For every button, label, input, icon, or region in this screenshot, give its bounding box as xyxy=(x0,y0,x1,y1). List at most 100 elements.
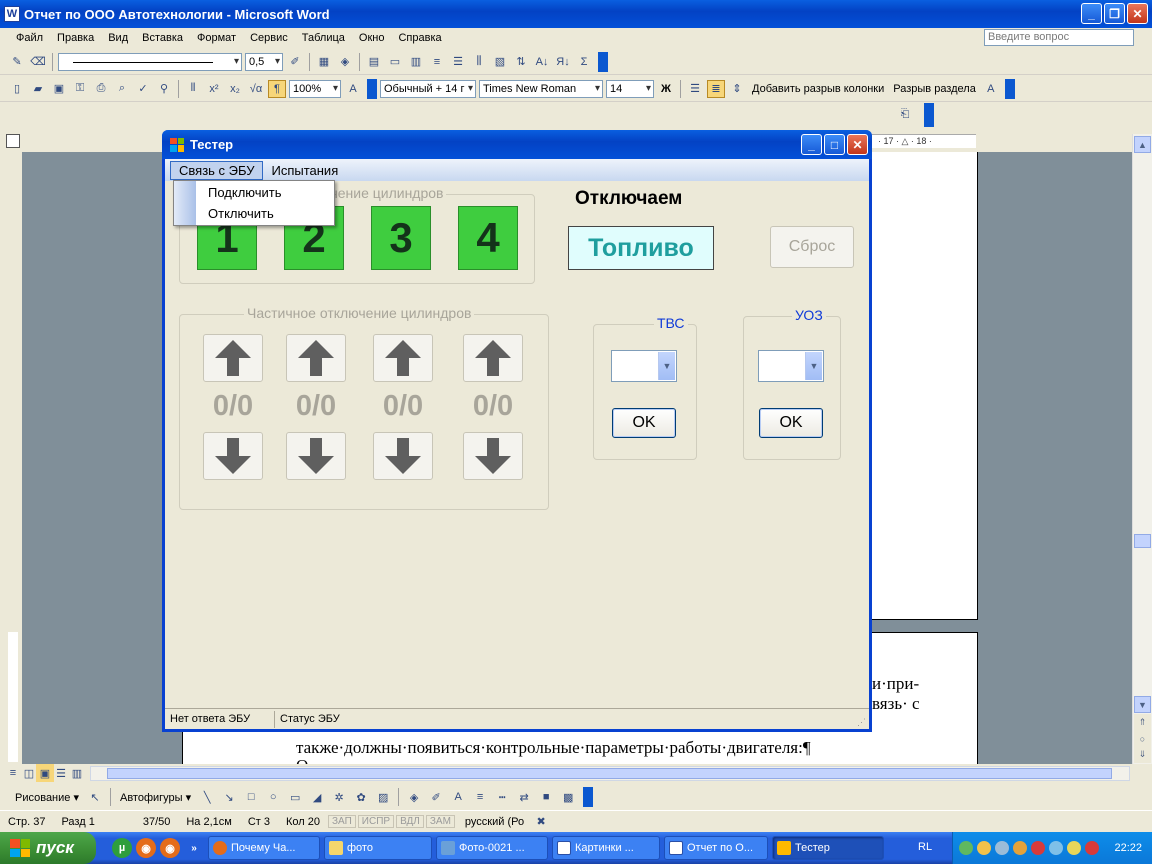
menu-tools[interactable]: Сервис xyxy=(250,32,288,44)
distribute-columns-icon[interactable]: ⫼ xyxy=(470,53,488,71)
task-button[interactable]: Картинки ... xyxy=(552,836,660,860)
cylinder-4-down-button[interactable] xyxy=(463,432,523,480)
spelling-status-icon[interactable]: ✖ xyxy=(532,813,550,831)
status-overtype[interactable]: ЗАМ xyxy=(425,815,455,828)
clipart-icon[interactable]: ✿ xyxy=(352,788,370,806)
equation-icon[interactable]: √α xyxy=(247,80,265,98)
vertical-scrollbar[interactable]: ▲ ▼ ⇑ ○ ⇓ xyxy=(1132,134,1152,764)
uoz-ok-button[interactable]: OK xyxy=(759,408,823,438)
menu-item-connect[interactable]: Подключить xyxy=(208,185,282,200)
3d-style-icon[interactable]: ▩ xyxy=(559,788,577,806)
section-break-button[interactable]: Разрыв раздела xyxy=(890,83,979,95)
tvs-select[interactable]: ▼ xyxy=(611,350,677,382)
tray-icon[interactable] xyxy=(995,841,1009,855)
task-button[interactable]: фото xyxy=(324,836,432,860)
word-title-bar[interactable]: W Отчет по ООО Автотехнологии - Microsof… xyxy=(0,0,1152,28)
close-button[interactable]: ✕ xyxy=(1127,3,1148,24)
table-autoformat-icon[interactable]: ▧ xyxy=(491,53,509,71)
tray-icon[interactable] xyxy=(1049,841,1063,855)
uoz-select[interactable]: ▼ xyxy=(758,350,824,382)
cylinder-4-up-button[interactable] xyxy=(463,334,523,382)
subscript-icon[interactable]: x₂ xyxy=(226,80,244,98)
antivirus-icon[interactable] xyxy=(1031,841,1045,855)
menu-ecu-connection[interactable]: Связь с ЭБУ xyxy=(170,160,264,180)
line-style-select[interactable] xyxy=(58,52,242,71)
cylinder-1-up-button[interactable] xyxy=(203,334,263,382)
status-record-macro[interactable]: ЗАП xyxy=(328,815,356,828)
font-size-select[interactable]: 14 xyxy=(606,79,654,98)
align-icon[interactable]: ≡ xyxy=(428,53,446,71)
insert-table-icon[interactable]: ▤ xyxy=(365,53,383,71)
quick-launch-more-icon[interactable]: » xyxy=(184,838,204,858)
open-folder-icon[interactable]: ▰ xyxy=(29,80,47,98)
browse-down-icon[interactable]: ⇓ xyxy=(1134,746,1151,763)
borders-icon[interactable]: ▦ xyxy=(315,53,333,71)
shading-color-icon[interactable]: ◈ xyxy=(336,53,354,71)
clock[interactable]: 22:22 xyxy=(1114,842,1142,854)
menu-table[interactable]: Таблица xyxy=(302,32,345,44)
picture-icon[interactable]: ▨ xyxy=(374,788,392,806)
task-button[interactable]: Отчет по О... xyxy=(664,836,768,860)
save-icon[interactable]: ▣ xyxy=(50,80,68,98)
line-tool-icon[interactable]: ╲ xyxy=(198,788,216,806)
cylinder-2-down-button[interactable] xyxy=(286,432,346,480)
split-cells-icon[interactable]: ▥ xyxy=(407,53,425,71)
menu-format[interactable]: Формат xyxy=(197,32,236,44)
oval-tool-icon[interactable]: ○ xyxy=(264,788,282,806)
research-icon[interactable]: ⚲ xyxy=(155,80,173,98)
browse-up-icon[interactable]: ⇑ xyxy=(1134,714,1151,731)
font-color-icon[interactable]: A xyxy=(344,80,362,98)
wordart-icon[interactable]: ◢ xyxy=(308,788,326,806)
horizontal-ruler[interactable]: · 17 · △ · 18 · xyxy=(872,134,976,148)
drawing-menu-button[interactable]: Рисование ▾ xyxy=(12,791,82,804)
toolbar-options-grip[interactable] xyxy=(598,51,608,72)
scroll-thumb[interactable] xyxy=(1134,534,1151,548)
select-objects-icon[interactable]: ↖ xyxy=(86,788,104,806)
firefox-icon[interactable]: ◉ xyxy=(160,838,180,858)
scroll-up-button[interactable]: ▲ xyxy=(1134,136,1151,153)
tester-close-button[interactable]: ✕ xyxy=(847,134,868,155)
task-button[interactable]: Почему Ча... xyxy=(208,836,320,860)
menu-help[interactable]: Справка xyxy=(398,32,441,44)
tester-maximize-button[interactable]: □ xyxy=(824,134,845,155)
superscript-icon[interactable]: x² xyxy=(205,80,223,98)
toolbar-options-grip[interactable] xyxy=(583,787,594,807)
font-color-icon[interactable]: A xyxy=(449,788,467,806)
firefox-icon[interactable]: ◉ xyxy=(136,838,156,858)
eraser-icon[interactable]: ⌫ xyxy=(29,53,47,71)
line-style-icon[interactable]: ≡ xyxy=(471,788,489,806)
network-icon[interactable] xyxy=(959,841,973,855)
autosum-icon[interactable]: Σ xyxy=(575,53,593,71)
fuel-indicator[interactable]: Топливо xyxy=(568,226,714,270)
tester-title-bar[interactable]: Тестер _ □ ✕ xyxy=(162,130,872,159)
restore-button[interactable]: ❐ xyxy=(1104,3,1125,24)
line-weight-select[interactable]: 0,5 xyxy=(245,52,283,71)
permission-icon[interactable]: ⚿ xyxy=(71,80,89,98)
menu-tests[interactable]: Испытания xyxy=(263,162,346,179)
alert-icon[interactable] xyxy=(1085,841,1099,855)
sort-ascending-icon[interactable]: A↓ xyxy=(533,53,551,71)
autoshapes-menu-button[interactable]: Автофигуры ▾ xyxy=(117,791,194,804)
columns-icon[interactable]: ⦀ xyxy=(184,80,202,98)
align-center-icon[interactable]: ☰ xyxy=(686,80,704,98)
cylinder-2-up-button[interactable] xyxy=(286,334,346,382)
cylinder-4-button[interactable]: 4 xyxy=(458,206,518,270)
zoom-select[interactable]: 100% xyxy=(289,79,341,98)
resize-grip-icon[interactable]: ⋰ xyxy=(857,717,866,728)
utorrent-icon[interactable]: µ xyxy=(112,838,132,858)
spelling-icon[interactable]: ✓ xyxy=(134,80,152,98)
insert-column-break-button[interactable]: Добавить разрыв колонки xyxy=(749,83,887,95)
messenger-icon[interactable] xyxy=(977,841,991,855)
line-spacing-icon[interactable]: ⇕ xyxy=(728,80,746,98)
menu-window[interactable]: Окно xyxy=(359,32,385,44)
line-color-icon[interactable]: ✐ xyxy=(427,788,445,806)
cylinder-3-button[interactable]: 3 xyxy=(371,206,431,270)
font-color-icon[interactable]: A xyxy=(982,80,1000,98)
browse-object-icon[interactable]: ○ xyxy=(1134,730,1151,747)
dash-style-icon[interactable]: ┅ xyxy=(493,788,511,806)
status-language[interactable]: русский (Ро xyxy=(457,816,532,828)
border-color-icon[interactable]: ✐ xyxy=(286,53,304,71)
arrow-tool-icon[interactable]: ↘ xyxy=(220,788,238,806)
draw-table-icon[interactable]: ✎ xyxy=(8,53,26,71)
show-formatting-icon[interactable]: ¶ xyxy=(268,79,286,98)
